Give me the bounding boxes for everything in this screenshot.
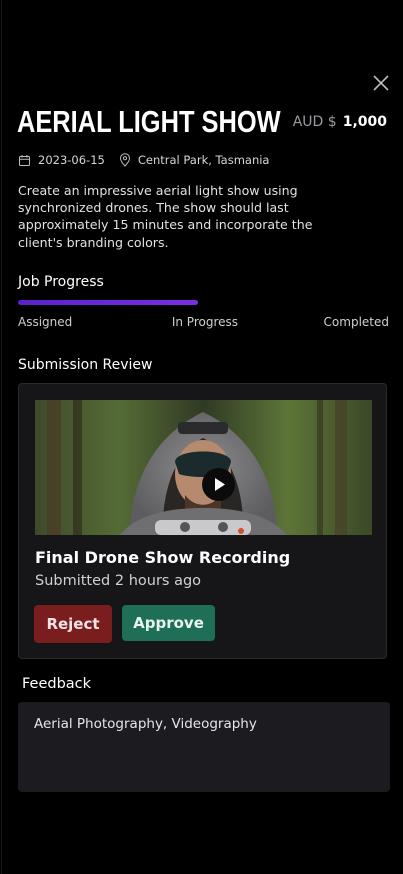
submission-video-thumbnail[interactable] bbox=[35, 400, 372, 535]
submission-title: Final Drone Show Recording bbox=[35, 548, 291, 567]
price-amount: 1,000 bbox=[342, 114, 387, 130]
job-progress-bar bbox=[18, 300, 198, 305]
job-detail-panel: AERIAL LIGHT SHOW AUD $ 1,000 2023-06-15 … bbox=[1, 0, 403, 874]
job-meta: 2023-06-15 Central Park, Tasmania bbox=[18, 153, 269, 167]
play-button[interactable] bbox=[202, 468, 235, 501]
job-progress-label: Job Progress bbox=[18, 274, 104, 290]
job-location-text: Central Park, Tasmania bbox=[137, 153, 270, 167]
job-description: Create an impressive aerial light show u… bbox=[18, 183, 313, 250]
calendar-icon bbox=[19, 154, 30, 166]
reject-button[interactable]: Reject bbox=[34, 605, 112, 643]
progress-steps: Assigned In Progress Completed bbox=[18, 315, 389, 329]
feedback-label: Feedback bbox=[22, 676, 92, 692]
step-in-progress: In Progress bbox=[171, 315, 238, 329]
close-icon[interactable] bbox=[370, 72, 392, 94]
job-title: AERIAL LIGHT SHOW bbox=[17, 104, 281, 139]
approve-button[interactable]: Approve bbox=[122, 605, 215, 641]
submission-review-label: Submission Review bbox=[18, 357, 153, 373]
submission-timestamp: Submitted 2 hours ago bbox=[35, 573, 202, 589]
step-completed: Completed bbox=[323, 315, 389, 329]
submission-card: Final Drone Show Recording Submitted 2 h… bbox=[18, 383, 387, 659]
job-price: AUD $ 1,000 bbox=[293, 114, 387, 130]
step-assigned: Assigned bbox=[18, 315, 73, 329]
price-currency: AUD $ bbox=[292, 114, 337, 130]
play-icon bbox=[215, 478, 225, 491]
job-date: 2023-06-15 bbox=[38, 153, 105, 167]
location-pin-icon bbox=[119, 153, 130, 167]
feedback-field[interactable]: Aerial Photography, Videography bbox=[18, 702, 390, 792]
job-location: Central Park, Tasmania bbox=[119, 153, 270, 167]
